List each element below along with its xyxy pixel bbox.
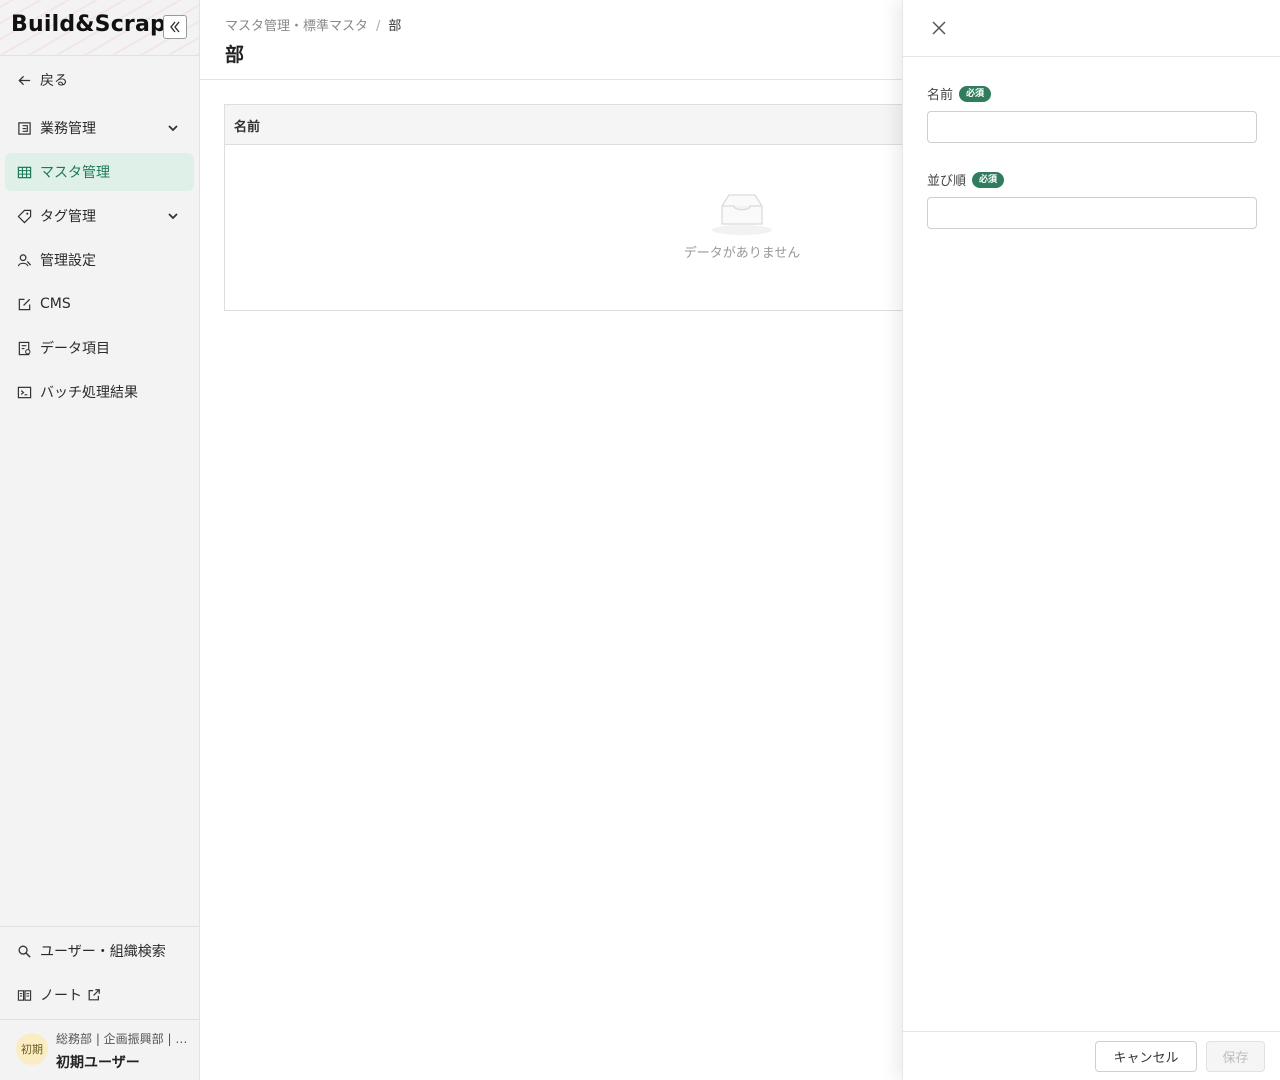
breadcrumb-parent[interactable]: マスタ管理・標準マスタ xyxy=(225,19,368,34)
chevron-down-icon xyxy=(168,125,178,132)
collapse-sidebar-button[interactable] xyxy=(163,15,187,39)
sidebar-item-business[interactable]: 業務管理 xyxy=(5,109,194,147)
logo-area: Build&Scrap xyxy=(0,0,199,56)
sidebar-item-user-search[interactable]: ユーザー・組織検索 xyxy=(5,932,194,970)
table-header: 名前 xyxy=(225,105,913,145)
sidebar-item-cms[interactable]: CMS xyxy=(5,285,194,323)
data-table: 名前 データがありません xyxy=(224,104,914,311)
sidebar-item-batch-results[interactable]: バッチ処理結果 xyxy=(5,373,194,411)
sidebar-item-label: CMS xyxy=(40,296,71,312)
breadcrumb-current: 部 xyxy=(388,19,402,34)
user-profile[interactable]: 初期 総務部 | 企画振興部 | … 初期ユーザー xyxy=(0,1020,199,1080)
book-icon xyxy=(16,987,32,1003)
drawer-footer: キャンセル 保存 xyxy=(903,1031,1280,1080)
sidebar-item-label: ノート xyxy=(40,988,82,1004)
save-button[interactable]: 保存 xyxy=(1206,1041,1265,1072)
arrow-left-icon xyxy=(16,72,32,88)
sidebar-item-label: バッチ処理結果 xyxy=(40,385,138,401)
sort-order-field-label: 並び順 必須 xyxy=(927,170,1005,189)
app-logo: Build&Scrap xyxy=(11,12,166,37)
table-icon xyxy=(16,164,32,180)
avatar: 初期 xyxy=(16,1033,48,1065)
main-content: マスタ管理・標準マスタ / 部 部 名前 データがありません xyxy=(200,0,914,1080)
cancel-button[interactable]: キャンセル xyxy=(1095,1041,1197,1072)
sidebar-item-label: タグ管理 xyxy=(40,209,96,225)
sidebar-item-admin-settings[interactable]: 管理設定 xyxy=(5,241,194,279)
chevron-down-icon xyxy=(168,213,178,220)
sidebar-item-label: 管理設定 xyxy=(40,253,96,269)
tag-icon xyxy=(16,208,32,224)
close-icon xyxy=(932,21,946,35)
column-header-name[interactable]: 名前 xyxy=(234,116,260,135)
sidebar-item-label: ユーザー・組織検索 xyxy=(40,944,166,960)
page-header: マスタ管理・標準マスタ / 部 部 xyxy=(200,0,902,80)
close-drawer-button[interactable] xyxy=(929,18,949,38)
sidebar-divider xyxy=(0,926,199,927)
edit-icon xyxy=(16,296,32,312)
field-label-text: 名前 xyxy=(927,88,954,103)
empty-state-text: データがありません xyxy=(683,246,801,261)
edit-drawer: 名前 必須 並び順 必須 キャンセル 保存 xyxy=(902,0,1280,1080)
sort-order-input[interactable] xyxy=(927,197,1257,229)
name-input[interactable] xyxy=(927,111,1257,143)
sidebar-item-tags[interactable]: タグ管理 xyxy=(5,197,194,235)
sidebar-item-label: 業務管理 xyxy=(40,121,96,137)
breadcrumb: マスタ管理・標準マスタ / 部 xyxy=(225,15,401,34)
external-link-icon xyxy=(88,989,100,1001)
breadcrumb-separator: / xyxy=(376,19,381,34)
page-title: 部 xyxy=(225,44,245,66)
user-organization: 総務部 | 企画振興部 | … xyxy=(56,1032,188,1046)
required-badge: 必須 xyxy=(972,171,1005,188)
empty-inbox-icon xyxy=(712,194,772,235)
user-settings-icon xyxy=(16,252,32,268)
sidebar-item-label: マスタ管理 xyxy=(40,165,110,181)
sidebar-item-data-items[interactable]: データ項目 xyxy=(5,329,194,367)
double-chevron-left-icon xyxy=(170,21,180,33)
data-file-icon xyxy=(16,340,32,356)
sidebar-item-label: データ項目 xyxy=(40,341,110,357)
sidebar: Build&Scrap 戻る 業務管理 マスタ管理 タグ管理 管理設定 CMS … xyxy=(0,0,200,1080)
required-badge: 必須 xyxy=(959,85,992,102)
terminal-icon xyxy=(16,384,32,400)
user-name: 初期ユーザー xyxy=(56,1055,140,1071)
field-label-text: 並び順 xyxy=(927,174,967,189)
search-icon xyxy=(16,943,32,959)
sidebar-item-label: 戻る xyxy=(40,73,68,89)
sidebar-item-master[interactable]: マスタ管理 xyxy=(5,153,194,191)
drawer-header xyxy=(903,0,1280,57)
document-icon xyxy=(16,120,32,136)
sidebar-item-notes[interactable]: ノート xyxy=(5,976,194,1014)
sidebar-item-back[interactable]: 戻る xyxy=(5,61,194,99)
name-field-label: 名前 必須 xyxy=(927,84,992,103)
